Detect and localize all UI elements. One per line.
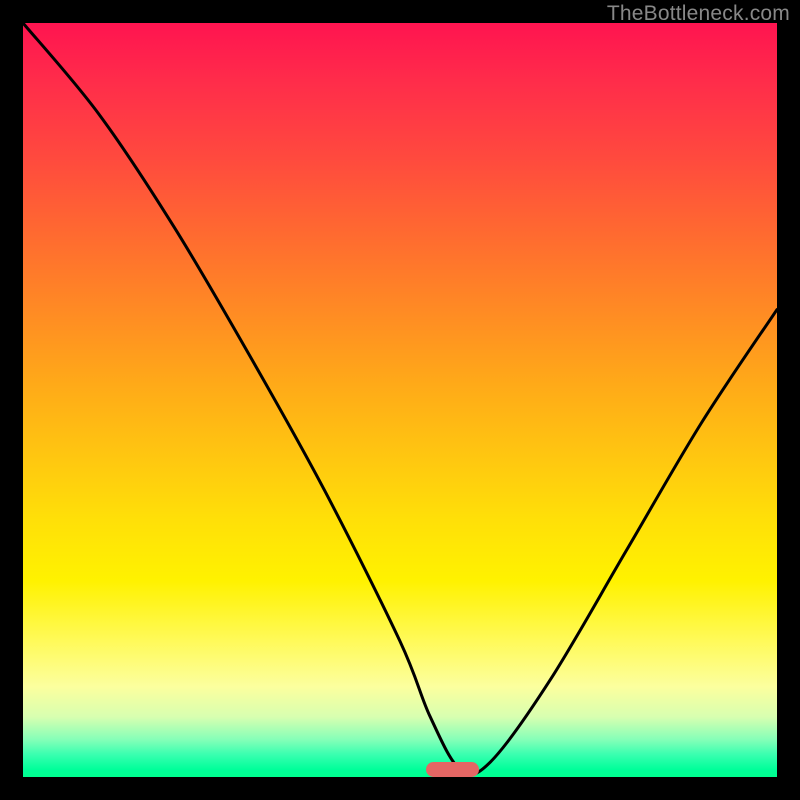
chart-container: TheBottleneck.com [0,0,800,800]
optimal-marker [426,762,479,777]
bottleneck-curve [23,23,777,777]
watermark-label: TheBottleneck.com [607,2,790,26]
plot-area [23,23,777,777]
